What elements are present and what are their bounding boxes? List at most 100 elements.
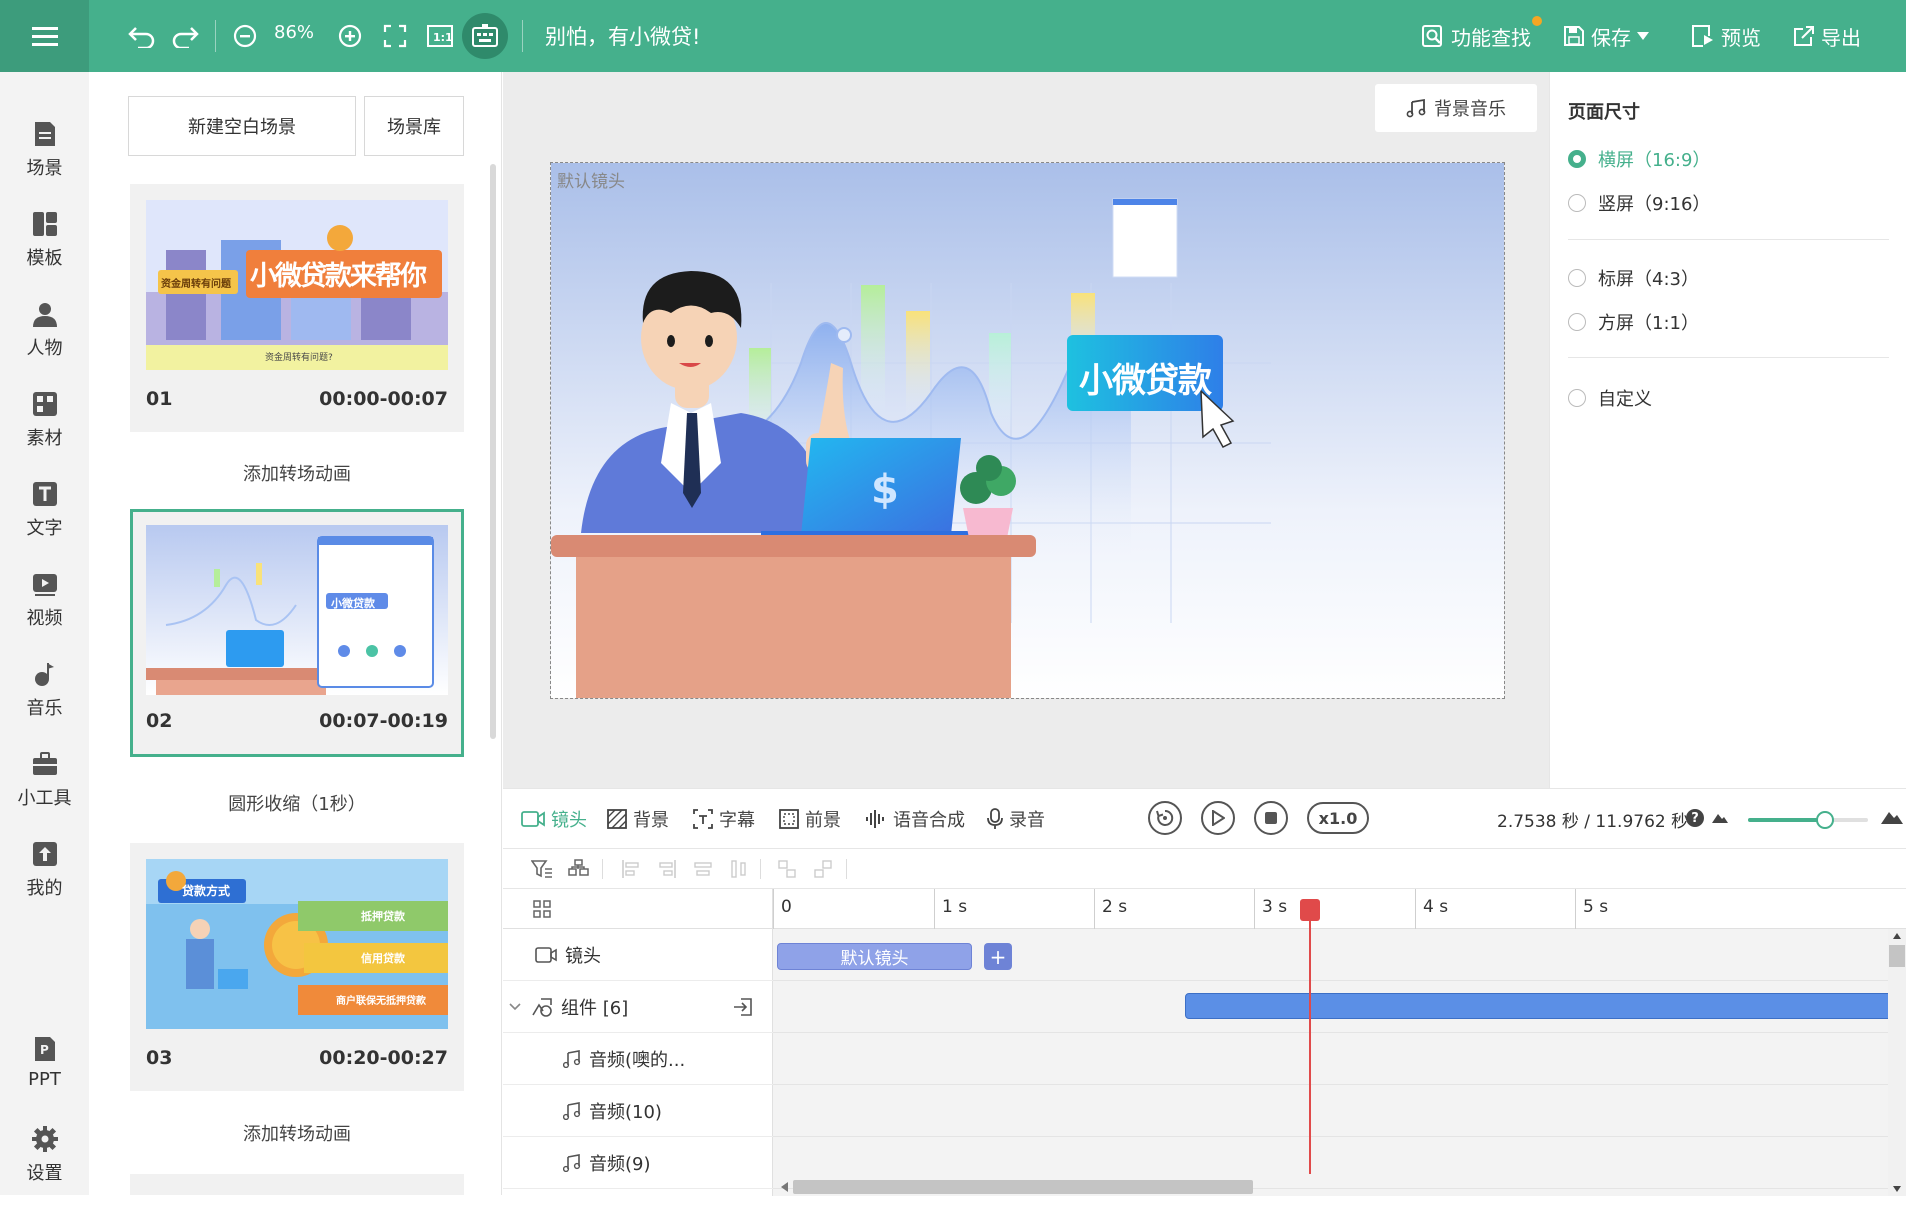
radio-standard-4-3[interactable]: 标屏（4:3） bbox=[1568, 265, 1699, 291]
zoom-out-mountain-icon[interactable] bbox=[1712, 811, 1728, 823]
exit-group-icon[interactable] bbox=[733, 997, 753, 1017]
scroll-left-arrow[interactable] bbox=[781, 1182, 788, 1192]
nav-label: 场景 bbox=[26, 158, 63, 179]
radio-label: 标屏（4:3） bbox=[1598, 269, 1699, 290]
scroll-down-arrow[interactable] bbox=[1893, 1186, 1901, 1192]
ruler-label: 2 s bbox=[1102, 897, 1128, 917]
help-icon[interactable]: ? bbox=[1686, 809, 1704, 827]
track-audio[interactable]: 音频(10) bbox=[503, 1085, 773, 1137]
thumb-subtitle: 资金周转有问题? bbox=[265, 353, 333, 363]
project-title: 别怕，有小微贷! bbox=[545, 25, 701, 49]
scene-panel-scrollbar[interactable] bbox=[490, 164, 496, 739]
fit-screen-button[interactable] bbox=[375, 16, 415, 56]
scene-number: 02 bbox=[146, 710, 173, 732]
menu-button[interactable] bbox=[0, 0, 89, 72]
nav-item-material[interactable]: 素材 bbox=[0, 390, 89, 470]
zoom-in-mountain-icon[interactable] bbox=[1881, 808, 1903, 824]
zoom-in-button[interactable] bbox=[330, 16, 370, 56]
time-ruler[interactable]: 0 1 s 2 s 3 s 4 s 5 s bbox=[773, 889, 1906, 929]
slider-knob[interactable] bbox=[1815, 811, 1834, 829]
radio-portrait-9-16[interactable]: 竖屏（9:16） bbox=[1568, 190, 1710, 216]
nav-item-video[interactable]: 视频 bbox=[0, 570, 89, 650]
track-audio[interactable]: 音频(噢的... bbox=[503, 1033, 773, 1085]
zoom-out-button[interactable] bbox=[225, 16, 265, 56]
transition-label[interactable]: 圆形收缩（1秒） bbox=[130, 790, 464, 816]
tab-record[interactable]: 录音 bbox=[987, 805, 1045, 833]
tab-foreground[interactable]: 前景 bbox=[779, 805, 841, 833]
music-note-icon bbox=[563, 1153, 581, 1172]
scroll-up-arrow[interactable] bbox=[1893, 933, 1901, 939]
nav-item-mine[interactable]: 我的 bbox=[0, 840, 89, 920]
nav-label: 音乐 bbox=[26, 698, 63, 719]
play-button[interactable] bbox=[1201, 801, 1235, 835]
video-icon bbox=[31, 570, 59, 598]
undo-button[interactable] bbox=[122, 16, 162, 56]
redo-button[interactable] bbox=[165, 16, 205, 56]
save-icon bbox=[1564, 26, 1584, 46]
nav-item-settings[interactable]: 设置 bbox=[0, 1125, 89, 1205]
preview-button[interactable]: 预览 bbox=[1691, 18, 1761, 54]
nav-item-music[interactable]: 音乐 bbox=[0, 660, 89, 740]
feature-search-button[interactable]: 功能查找 bbox=[1421, 18, 1531, 54]
radio-square-1-1[interactable]: 方屏（1:1） bbox=[1568, 309, 1699, 335]
tab-tts[interactable]: 语音合成 bbox=[865, 805, 965, 833]
horizontal-scrollbar[interactable] bbox=[793, 1180, 1253, 1194]
export-button[interactable]: 导出 bbox=[1793, 18, 1861, 54]
track-audio[interactable]: 音频(9) bbox=[503, 1137, 773, 1189]
grid-icon[interactable] bbox=[533, 899, 551, 918]
ruler-label: 1 s bbox=[942, 897, 968, 917]
scene-thumbnail: 小微贷款 bbox=[146, 525, 448, 695]
scene-card-01[interactable]: 小微贷款来帮你 资金周转有问题 资金周转有问题? 01 00:00-00:07 bbox=[130, 184, 464, 432]
scene-card-04[interactable] bbox=[130, 1174, 464, 1195]
new-blank-scene-button[interactable]: 新建空白场景 bbox=[128, 96, 356, 156]
scene-card-02[interactable]: 小微贷款 02 00:07-00:19 bbox=[130, 509, 464, 757]
background-music-button[interactable]: 背景音乐 bbox=[1375, 84, 1537, 132]
add-transition-button[interactable]: 添加转场动画 bbox=[130, 460, 464, 486]
nav-item-toolbox[interactable]: 小工具 bbox=[0, 750, 89, 830]
group-icon bbox=[778, 860, 796, 878]
component-clip[interactable] bbox=[1185, 993, 1906, 1019]
scene-library-button[interactable]: 场景库 bbox=[364, 96, 464, 156]
stage-label: 默认镜头 bbox=[557, 172, 625, 192]
redo-icon bbox=[172, 27, 199, 48]
nav-item-scene[interactable]: 场景 bbox=[0, 120, 89, 200]
scene-number: 01 bbox=[146, 388, 173, 410]
add-transition-button[interactable]: 添加转场动画 bbox=[130, 1120, 464, 1146]
subtitle-mode-button[interactable] bbox=[462, 13, 508, 59]
layer-order-button[interactable] bbox=[567, 857, 591, 881]
track-camera[interactable]: 镜头 bbox=[503, 929, 773, 981]
camera-clip[interactable]: 默认镜头 bbox=[777, 943, 972, 970]
track-components[interactable]: 组件 [6] bbox=[503, 981, 773, 1033]
nav-item-template[interactable]: 模板 bbox=[0, 210, 89, 290]
align-left-icon bbox=[622, 860, 639, 878]
playhead-line[interactable] bbox=[1308, 909, 1311, 1174]
stage-canvas[interactable]: 默认镜头 $ 小微贷款 bbox=[550, 162, 1505, 699]
add-camera-clip-button[interactable]: + bbox=[984, 943, 1012, 970]
timeline-zoom-slider[interactable] bbox=[1748, 811, 1868, 829]
scene-card-03[interactable]: 贷款方式 抵押贷款 信用贷款 商户联保无抵押贷款 03 00:20-00:27 bbox=[130, 843, 464, 1091]
nav-item-ppt[interactable]: P PPT bbox=[0, 1035, 89, 1115]
tab-label: 语音合成 bbox=[893, 810, 965, 831]
stop-button[interactable] bbox=[1254, 801, 1288, 835]
fullscreen-icon bbox=[383, 24, 407, 48]
vertical-scrollbar-thumb[interactable] bbox=[1889, 945, 1905, 967]
radio-landscape-16-9[interactable]: 横屏（16:9） bbox=[1568, 146, 1710, 172]
radio-custom[interactable]: 自定义 bbox=[1568, 385, 1652, 411]
toolbar-divider bbox=[602, 859, 603, 879]
chevron-down-icon[interactable] bbox=[509, 1002, 521, 1011]
tab-background[interactable]: 背景 bbox=[607, 805, 669, 833]
nav-item-text[interactable]: 文字 bbox=[0, 480, 89, 560]
undo-icon bbox=[128, 27, 155, 48]
tab-subtitle[interactable]: 字幕 bbox=[693, 805, 755, 833]
vertical-scrollbar-track[interactable] bbox=[1888, 929, 1906, 1196]
actual-size-button[interactable]: 1:1 bbox=[420, 16, 460, 56]
tab-camera[interactable]: 镜头 bbox=[521, 805, 587, 833]
template-icon bbox=[31, 210, 59, 238]
save-button[interactable]: 保存 bbox=[1563, 18, 1649, 54]
filter-button[interactable] bbox=[530, 857, 554, 881]
slider-fill bbox=[1748, 818, 1825, 822]
playback-speed-button[interactable]: x1.0 bbox=[1307, 802, 1369, 834]
playhead-handle[interactable] bbox=[1299, 899, 1320, 921]
replay-button[interactable] bbox=[1148, 801, 1182, 835]
nav-item-person[interactable]: 人物 bbox=[0, 300, 89, 380]
